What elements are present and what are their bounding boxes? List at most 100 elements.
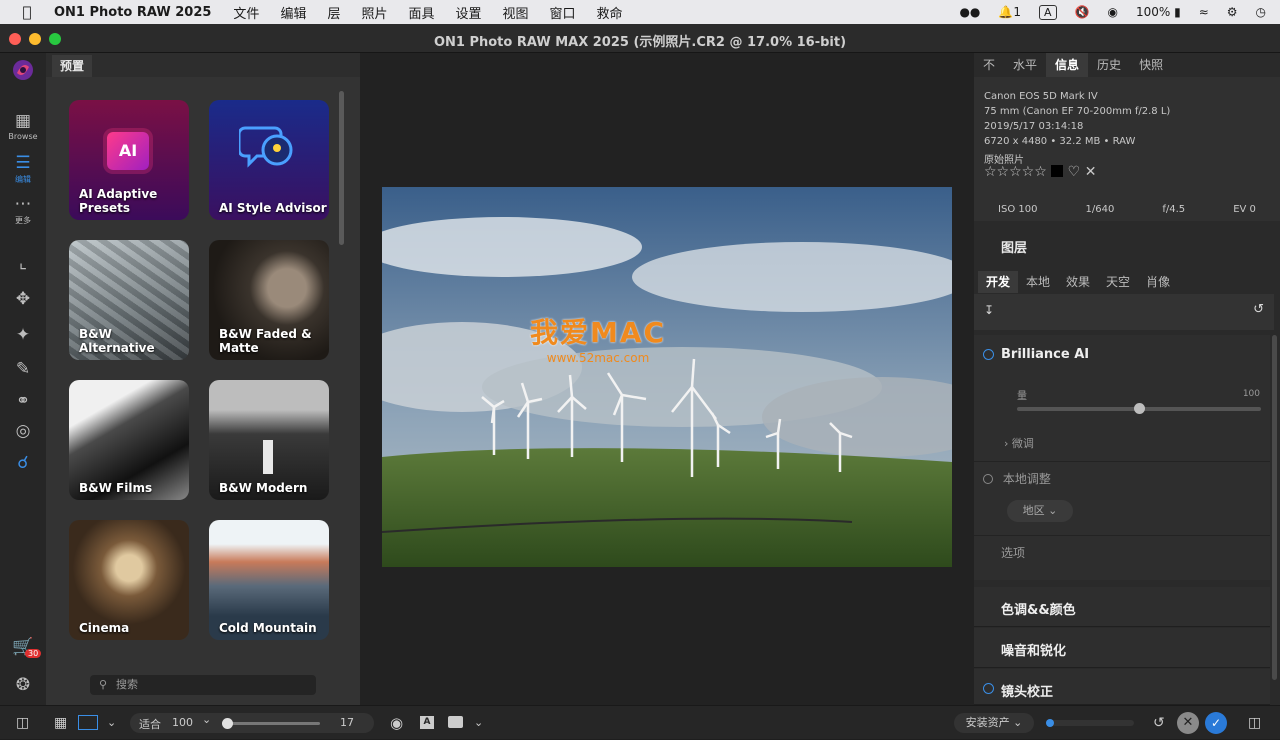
amount-slider-knob[interactable] bbox=[1134, 403, 1145, 414]
fingerprint-icon[interactable]: ◎ bbox=[0, 421, 46, 441]
creative-cloud-icon[interactable]: ●● bbox=[959, 5, 980, 19]
menu-file[interactable]: 文件 bbox=[233, 3, 259, 22]
ai-search-tool-icon[interactable]: ☌ bbox=[0, 453, 46, 473]
battery-indicator[interactable]: 100% ▮ bbox=[1136, 5, 1181, 19]
options-label[interactable]: 选项 bbox=[1001, 544, 1025, 561]
section-lens-correction[interactable]: 镜头校正 bbox=[974, 669, 1270, 705]
preset-cinema[interactable]: Cinema bbox=[69, 520, 189, 640]
preset-ai-style-advisor[interactable]: AI Style Advisor bbox=[209, 100, 329, 220]
tab-develop[interactable]: 开发 bbox=[978, 271, 1019, 293]
import-icon[interactable]: ↧ bbox=[984, 303, 994, 317]
single-view-icon[interactable] bbox=[78, 715, 98, 730]
mask-view-icon[interactable] bbox=[448, 716, 463, 728]
reset-icon[interactable]: ↺ bbox=[1153, 706, 1165, 740]
clone-tool-icon[interactable]: ⚭ bbox=[0, 391, 46, 411]
zoom-slider[interactable] bbox=[222, 718, 320, 729]
tab-presets[interactable]: 预置 bbox=[52, 55, 92, 77]
menu-help[interactable]: 救命 bbox=[597, 3, 623, 22]
layers-title[interactable]: 图层 bbox=[1001, 237, 1027, 256]
grid-view-icon[interactable]: ▦ bbox=[54, 706, 67, 740]
amount-value[interactable]: 100 bbox=[1243, 389, 1260, 399]
extensions-icon[interactable]: ❂ bbox=[0, 675, 46, 695]
local-adjust-radio[interactable]: 本地调整 bbox=[983, 470, 1051, 487]
app-menu-name[interactable]: ON1 Photo RAW 2025 bbox=[54, 5, 211, 20]
cart-icon[interactable]: 🛒 30 bbox=[0, 637, 46, 658]
menu-window[interactable]: 窗口 bbox=[550, 3, 576, 22]
tab-effects[interactable]: 效果 bbox=[1058, 271, 1098, 293]
preset-scrollbar[interactable] bbox=[339, 91, 344, 245]
tab-levels[interactable]: 水平 bbox=[1004, 53, 1046, 77]
input-source-indicator[interactable]: A bbox=[1038, 4, 1057, 20]
menu-photo[interactable]: 照片 bbox=[361, 3, 387, 22]
zoom-slider-knob[interactable] bbox=[222, 718, 233, 729]
tab-info[interactable]: 信息 bbox=[1046, 53, 1089, 77]
tab-local[interactable]: 本地 bbox=[1018, 271, 1058, 293]
fit-button[interactable]: 适合 bbox=[139, 716, 161, 732]
amount-slider[interactable] bbox=[1017, 403, 1261, 414]
control-center-icon[interactable]: ⚙ bbox=[1227, 5, 1238, 19]
user-icon[interactable]: ◉ bbox=[1107, 5, 1117, 19]
menu-view[interactable]: 视图 bbox=[503, 3, 529, 22]
toggle-left-panel-icon[interactable]: ◫ bbox=[16, 706, 29, 740]
apple-icon[interactable]:  bbox=[0, 3, 54, 21]
browse-tool[interactable]: ▦ Browse bbox=[0, 111, 46, 141]
install-assets-dropdown[interactable]: 安装资产 ⌄ bbox=[954, 713, 1034, 733]
menu-layer[interactable]: 层 bbox=[327, 3, 340, 22]
reset-icon[interactable]: ↺ bbox=[1253, 302, 1264, 317]
preview-eye-icon[interactable]: ◉ bbox=[390, 706, 403, 740]
view-mode-chevron-icon[interactable]: ⌄ bbox=[107, 706, 116, 740]
menu-edit[interactable]: 编辑 bbox=[280, 3, 306, 22]
photo-preview[interactable]: 我爱MAC www.52mac.com bbox=[382, 187, 952, 567]
more-tool[interactable]: ⋯ 更多 bbox=[0, 194, 46, 226]
tab-snapshots[interactable]: 快照 bbox=[1130, 53, 1172, 77]
edit-tool[interactable]: ☰ 编辑 bbox=[0, 153, 46, 185]
menu-mask[interactable]: 面具 bbox=[408, 3, 434, 22]
fine-tune-toggle[interactable]: › 微调 bbox=[1004, 435, 1034, 451]
heart-icon[interactable]: ♡ bbox=[1068, 164, 1081, 180]
right-panel: 不 水平 信息 历史 快照 Canon EOS 5D Mark IV 75 mm… bbox=[974, 53, 1280, 706]
app-logo-icon bbox=[0, 59, 46, 86]
preset-bw-faded-matte[interactable]: B&W Faded & Matte bbox=[209, 240, 329, 360]
right-panel-scrollbar[interactable] bbox=[1272, 335, 1277, 680]
reject-icon[interactable]: ✕ bbox=[1085, 164, 1097, 180]
wifi-icon[interactable]: ≈ bbox=[1199, 5, 1209, 19]
preset-cold-mountain[interactable]: Cold Mountain bbox=[209, 520, 329, 640]
apply-button[interactable]: ✓ bbox=[1205, 712, 1227, 734]
text-overlay-icon[interactable]: A bbox=[420, 716, 434, 729]
watermark-text: 我爱MAC bbox=[530, 316, 667, 349]
preset-bw-alternative[interactable]: B&W Alternative bbox=[69, 240, 189, 360]
cancel-button[interactable]: ✕ bbox=[1177, 712, 1199, 734]
menu-settings[interactable]: 设置 bbox=[456, 3, 482, 22]
section-noise-sharpen[interactable]: 噪音和锐化 bbox=[974, 628, 1270, 668]
zoom-chevron-icon[interactable]: ⌄ bbox=[202, 713, 211, 726]
image-canvas[interactable]: 我爱MAC www.52mac.com bbox=[360, 53, 974, 705]
preset-bw-modern[interactable]: B&W Modern bbox=[209, 380, 329, 500]
color-label-swatch[interactable] bbox=[1051, 165, 1064, 177]
crop-tool-icon[interactable]: ⌞ bbox=[0, 253, 46, 273]
preset-ai-adaptive[interactable]: AI AI Adaptive Presets bbox=[69, 100, 189, 220]
clock-icon[interactable]: ◷ bbox=[1256, 5, 1266, 19]
region-dropdown[interactable]: 地区 ⌄ bbox=[1007, 500, 1073, 522]
transform-tool-icon[interactable]: ✥ bbox=[0, 289, 46, 309]
preset-bw-films[interactable]: B&W Films bbox=[69, 380, 189, 500]
overlay-chevron-icon[interactable]: ⌄ bbox=[474, 706, 483, 740]
zoom-value[interactable]: 100 bbox=[172, 716, 193, 729]
notification-bell-icon[interactable]: 🔔1 bbox=[998, 5, 1021, 19]
mute-icon[interactable]: 🔇 bbox=[1075, 5, 1090, 19]
toggle-right-panel-icon[interactable]: ◫ bbox=[1248, 706, 1261, 740]
ai-chip-icon: AI bbox=[107, 132, 149, 170]
section-tone-color[interactable]: 色调&&颜色 bbox=[974, 587, 1270, 627]
tab-none[interactable]: 不 bbox=[974, 53, 1004, 77]
star-icons[interactable]: ☆☆☆☆☆ bbox=[984, 164, 1047, 180]
tab-portrait[interactable]: 肖像 bbox=[1138, 271, 1178, 293]
brilliance-title[interactable]: Brilliance AI bbox=[1001, 347, 1089, 362]
lens-toggle-icon[interactable] bbox=[983, 683, 994, 694]
tab-history[interactable]: 历史 bbox=[1088, 53, 1130, 77]
brush-tool-icon[interactable]: ✎ bbox=[0, 359, 46, 379]
magic-wand-icon[interactable]: ✦ bbox=[0, 325, 46, 345]
brilliance-toggle-icon[interactable] bbox=[983, 349, 994, 360]
tab-sky[interactable]: 天空 bbox=[1098, 271, 1138, 293]
rating-stars[interactable]: ☆☆☆☆☆ ♡ ✕ bbox=[984, 164, 1096, 180]
preset-search-input[interactable]: ⚲ 搜索 bbox=[90, 675, 316, 695]
zoom-slider-value: 17 bbox=[340, 716, 354, 729]
